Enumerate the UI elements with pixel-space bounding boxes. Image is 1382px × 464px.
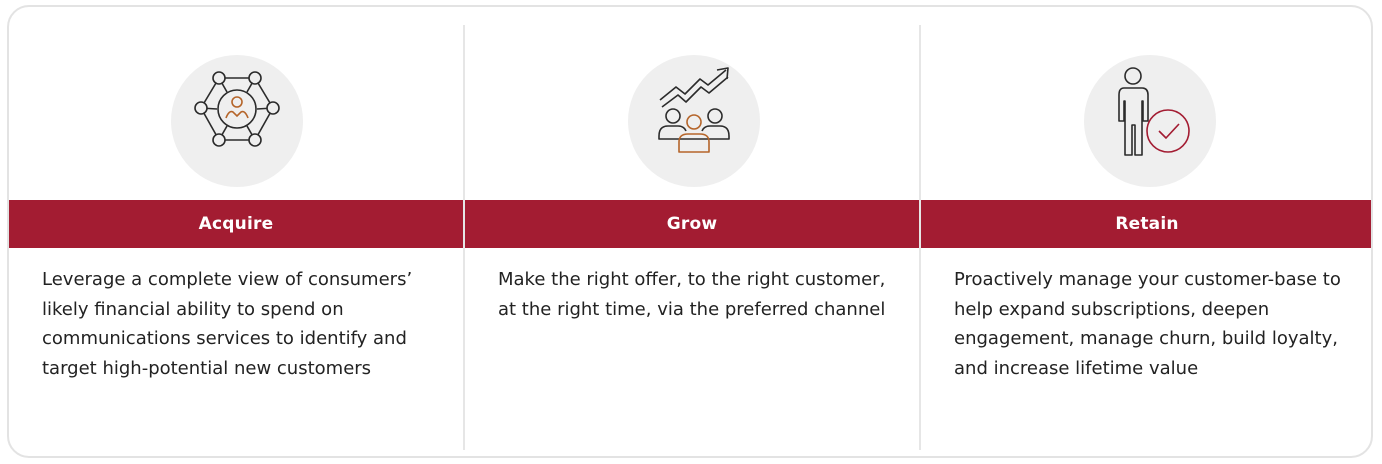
network-person-icon — [171, 55, 303, 187]
column-grow: Grow Make the right offer, to the right … — [465, 7, 919, 456]
column-description: Proactively manage your customer-base to… — [954, 269, 1341, 379]
column-title: Acquire — [198, 214, 274, 234]
column-title: Retain — [1115, 214, 1179, 234]
growth-group-icon — [628, 55, 760, 187]
strategy-card: Acquire Leverage a complete view of cons… — [7, 5, 1373, 458]
person-check-icon — [1084, 55, 1216, 187]
column-description: Leverage a complete view of consumers’ l… — [42, 269, 413, 379]
column-acquire: Acquire Leverage a complete view of cons… — [9, 7, 463, 456]
column-title: Grow — [666, 214, 718, 234]
column-description: Make the right offer, to the right custo… — [498, 269, 886, 320]
column-retain: Retain Proactively manage your customer-… — [921, 7, 1371, 456]
